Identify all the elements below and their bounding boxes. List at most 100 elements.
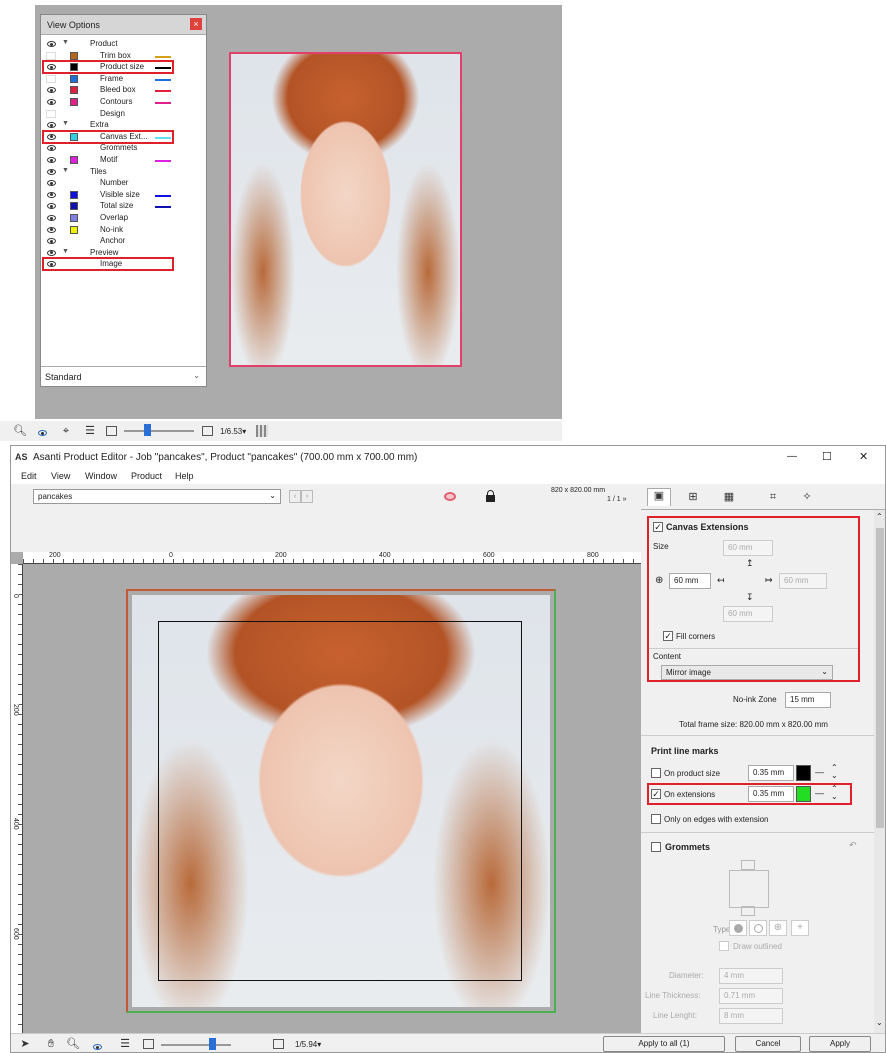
eye-icon[interactable] [47,41,56,47]
view-option-item[interactable]: Image [41,257,206,272]
cancel-button[interactable]: Cancel [735,1036,801,1052]
type-ring-icon[interactable] [749,920,767,936]
shape-tab-icon[interactable]: ⌗ [765,490,781,504]
scroll-up-icon[interactable]: ⌃ [876,512,883,521]
zoom-out-icon[interactable] [106,426,117,436]
scroll-down-icon[interactable]: ⌄ [876,1018,883,1027]
on-extensions-checkbox[interactable]: ✓ [651,789,661,799]
view-option-item[interactable]: Bleed box [41,85,206,96]
zoom-slider-handle[interactable] [144,424,151,436]
menu-item-edit[interactable]: Edit [21,471,37,481]
eye-toggle-empty[interactable] [46,109,56,118]
only-edges-checkbox[interactable] [651,814,661,824]
ext-line-color-swatch[interactable] [796,786,811,802]
view-option-item[interactable]: No-ink [41,225,206,236]
grid-icon[interactable] [256,425,268,437]
eye-toggle-empty[interactable] [46,74,56,83]
view-option-item[interactable]: Design [41,109,206,120]
apply-to-all-button[interactable]: Apply to all (1) [603,1036,725,1052]
eye-icon[interactable] [93,1042,102,1052]
canvas-image-frame[interactable] [126,589,556,1013]
view-option-item[interactable]: Overlap [41,213,206,224]
on-product-size-checkbox[interactable] [651,768,661,778]
maximize-button[interactable]: ☐ [822,450,832,463]
layout-tab-icon[interactable]: ⊞ [685,490,701,504]
draw-outlined-checkbox[interactable] [719,941,729,951]
product-line-color-swatch[interactable] [796,765,811,781]
eye-toggle-empty[interactable] [46,51,56,60]
link-icon[interactable]: ⊕ [655,575,663,586]
zoom-readout[interactable]: 1/6.53▾ [220,427,246,436]
eye-icon[interactable] [47,87,56,94]
type-filled-circle-icon[interactable] [729,920,747,936]
top-extension-input[interactable]: 60 mm [723,540,773,556]
eye-icon[interactable] [47,157,56,163]
anchor-tab-icon[interactable]: ✧ [799,490,815,504]
eye-icon[interactable] [47,145,56,152]
view-option-item[interactable]: Product size [41,60,206,75]
triangle-down-icon[interactable]: ▼ [62,248,69,255]
record-icon[interactable] [444,492,456,501]
view-option-item[interactable]: ▼ Tiles [41,167,206,178]
sliders-icon[interactable]: ☰ [117,1037,133,1051]
view-option-item[interactable]: Anchor [41,236,206,247]
view-option-item[interactable]: Contours [41,97,206,108]
triangle-down-icon[interactable]: ▼ [62,167,69,174]
noink-zone-input[interactable]: 15 mm [785,692,831,708]
view-option-item[interactable]: Motif [41,155,206,166]
reset-icon[interactable]: ↶ [849,840,857,851]
panel-scrollbar[interactable]: ⌃ ⌄ [874,510,885,1033]
menu-item-window[interactable]: Window [85,471,117,481]
view-option-item[interactable]: Total size [41,201,206,212]
menu-item-view[interactable]: View [51,471,70,481]
stepper-icon[interactable]: ⌃ ⌄ [831,764,838,780]
apply-button[interactable]: Apply [809,1036,871,1052]
triangle-down-icon[interactable]: ▼ [62,39,69,46]
pointer-icon[interactable]: ➤ [17,1037,33,1051]
view-option-item[interactable]: Frame [41,74,206,85]
grommets-checkbox[interactable] [651,842,661,852]
eye-icon[interactable] [47,168,56,175]
eye-icon[interactable] [47,215,56,221]
eye-icon[interactable] [47,226,56,233]
hand-icon[interactable]: ✋︎ [43,1037,59,1051]
right-extension-input[interactable]: 60 mm [779,573,827,589]
type-cross-circle-icon[interactable]: ⊕ [769,920,787,936]
view-option-item[interactable]: Visible size [41,190,206,201]
minimize-button[interactable]: — [787,451,797,462]
next-button[interactable]: › [301,490,313,503]
sliders-icon[interactable]: ☰ [82,424,98,438]
eye-icon[interactable] [47,203,56,210]
crosshair-icon[interactable]: ⌖ [58,424,74,438]
line-style-icon[interactable]: — [815,767,824,777]
thickness-input[interactable]: 0.71 mm [719,988,783,1004]
product-line-width-input[interactable]: 0.35 mm [748,765,794,781]
eye-icon[interactable] [47,180,56,187]
length-input[interactable]: 8 mm [719,1008,783,1024]
zoom-in-icon[interactable] [273,1039,284,1049]
diameter-input[interactable]: 4 mm [719,968,783,984]
search-icon[interactable]: 🔍︎ [12,424,28,438]
menu-item-help[interactable]: Help [175,471,194,481]
close-icon[interactable]: × [190,18,202,30]
scroll-thumb[interactable] [876,528,884,828]
view-option-item[interactable]: ▼ Product [41,39,206,50]
bottom-extension-input[interactable]: 60 mm [723,606,773,622]
view-option-item[interactable]: Number [41,178,206,189]
zoom-slider[interactable] [124,424,194,436]
prev-button[interactable]: ‹ [289,490,301,503]
line-style-icon[interactable]: — [815,788,824,798]
zoom-in-icon[interactable] [202,426,213,436]
canvas-area[interactable]: 200 0 200 400 600 800 0 200 400 600 [11,510,641,1033]
eye-icon[interactable] [47,122,56,129]
canvas-extensions-checkbox[interactable]: ✓ [653,522,663,532]
preset-select[interactable]: Standard ⌄ [41,366,206,386]
menu-item-product[interactable]: Product [131,471,162,481]
left-extension-input[interactable]: 60 mm [669,573,711,589]
eye-icon[interactable] [47,99,56,105]
view-option-item[interactable]: Grommets [41,143,206,154]
content-select[interactable]: Mirror image ⌄ [661,665,833,680]
fill-corners-checkbox[interactable]: ✓ [663,631,673,641]
eye-icon[interactable] [47,249,56,256]
eye-icon[interactable] [47,191,56,198]
